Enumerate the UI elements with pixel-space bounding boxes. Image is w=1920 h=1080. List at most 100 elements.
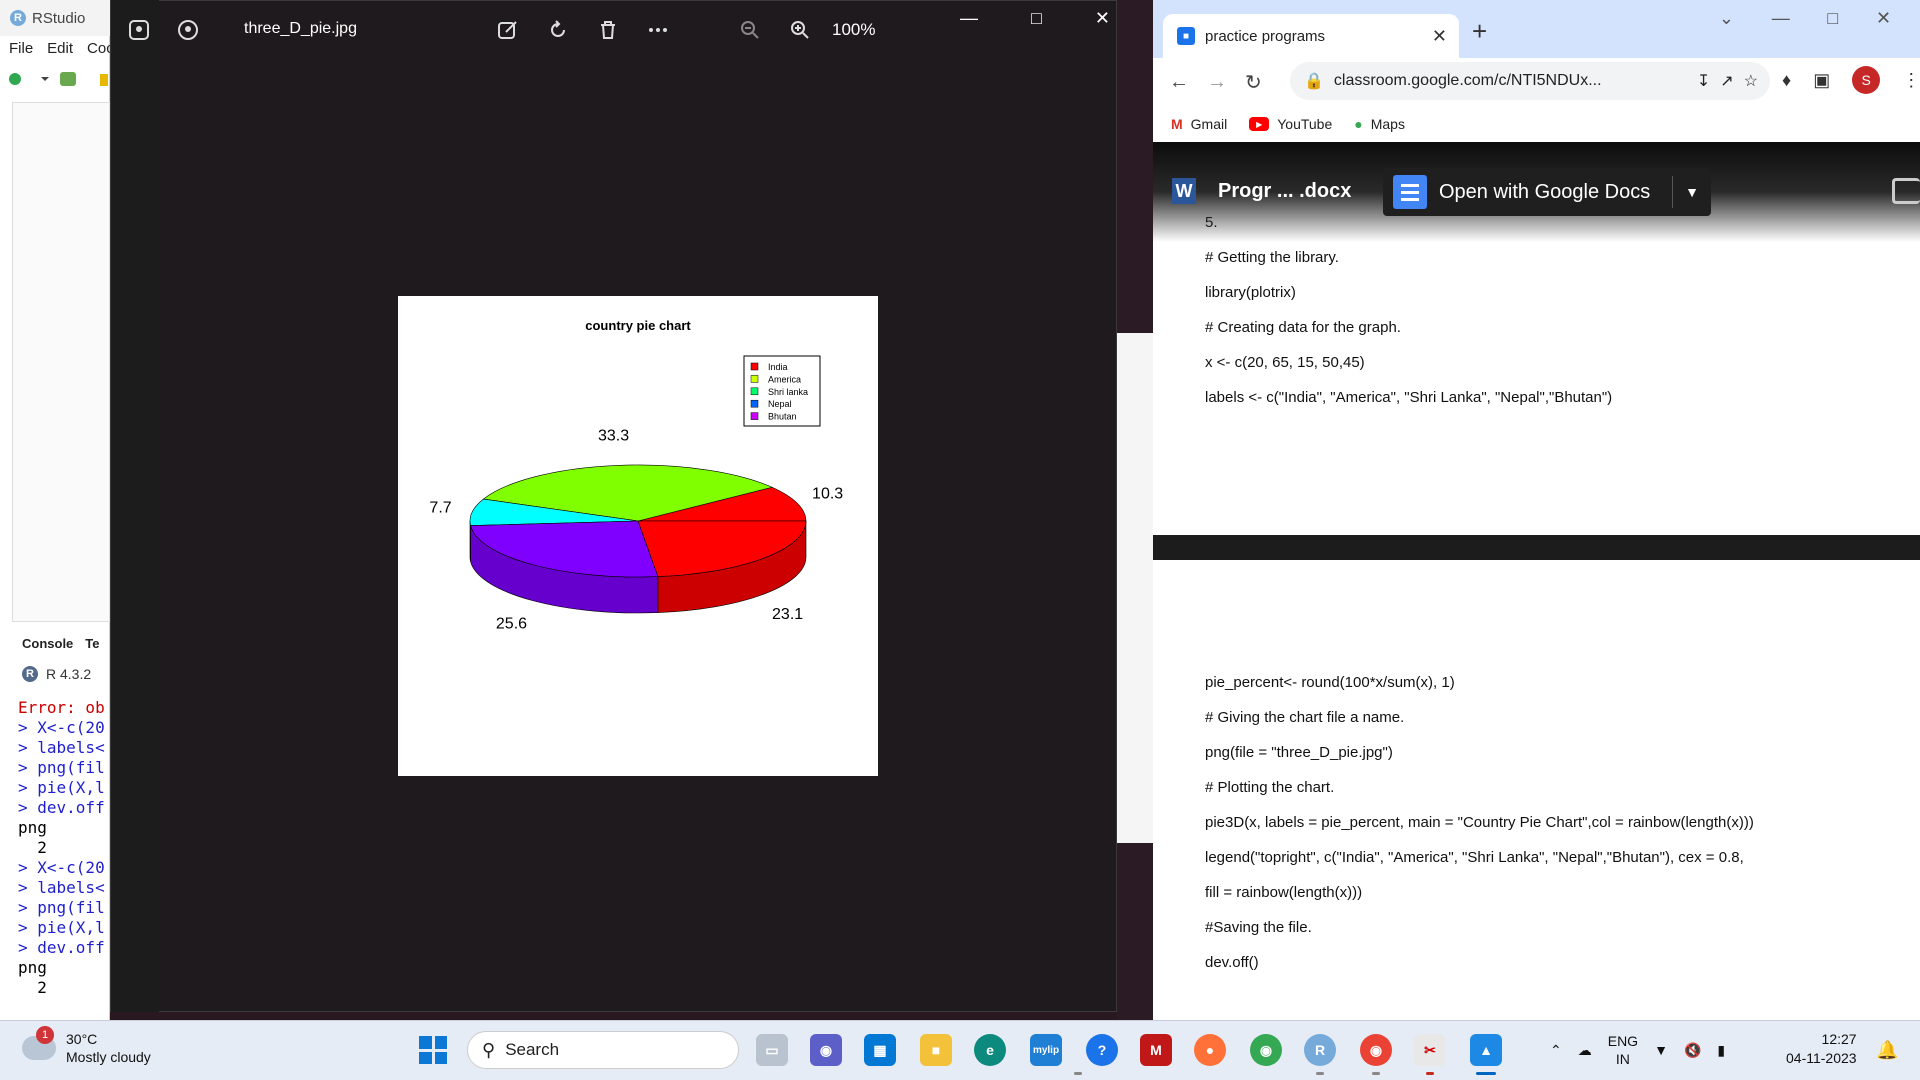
pie-data-label: 33.3 <box>598 428 629 445</box>
gmail-icon: M <box>1171 116 1183 132</box>
bookmark-youtube[interactable]: ▶ YouTube <box>1249 116 1332 132</box>
tab-close-icon[interactable]: ✕ <box>1432 26 1447 47</box>
snipping-tool-icon[interactable]: ✂ <box>1414 1034 1446 1066</box>
url-text: classroom.google.com/c/NTI5NDUx... <box>1333 72 1602 89</box>
minimize-icon[interactable]: — <box>1772 8 1790 38</box>
photos-taskbar-icon[interactable]: ▲ <box>1470 1034 1502 1066</box>
notification-bell-icon[interactable]: 🔔 <box>1876 1040 1898 1061</box>
rstudio-taskbar-icon[interactable]: R <box>1304 1034 1336 1066</box>
chrome-icon[interactable]: ◉ <box>1250 1034 1282 1066</box>
new-tab-icon[interactable]: + <box>1472 16 1487 47</box>
chrome-profile-icon[interactable]: ◉ <box>1360 1034 1392 1066</box>
extensions-icon[interactable]: ♦ <box>1782 70 1791 91</box>
zoom-out-icon[interactable] <box>734 14 766 46</box>
minimize-icon[interactable]: — <box>960 8 978 38</box>
volume-muted-icon[interactable]: 🔇 <box>1684 1042 1701 1059</box>
image-icon[interactable] <box>123 14 155 46</box>
start-icon[interactable] <box>419 1036 447 1064</box>
edit-icon[interactable] <box>492 14 524 46</box>
bookmark-star-icon[interactable]: ☆ <box>1744 71 1758 91</box>
chrome-menu-icon[interactable]: ⋮ <box>1902 70 1920 91</box>
maximize-icon[interactable]: □ <box>1827 8 1838 38</box>
lock-icon[interactable]: 🔒 <box>1304 71 1324 91</box>
legend-swatch <box>750 412 759 420</box>
download-icon[interactable]: ↧ <box>1697 71 1710 91</box>
background-window-pane <box>1117 333 1153 843</box>
side-panel-icon[interactable]: ▣ <box>1813 70 1830 91</box>
zoom-level[interactable]: 100% <box>832 20 875 40</box>
console-line: > pie(X,l <box>18 778 105 797</box>
onedrive-icon[interactable]: ☁ <box>1578 1042 1592 1059</box>
new-file-icon[interactable] <box>9 73 21 85</box>
reload-icon[interactable]: ↻ <box>1245 70 1262 95</box>
bookmark-gmail[interactable]: M Gmail <box>1171 116 1227 132</box>
file-explorer-icon[interactable]: ■ <box>920 1034 952 1066</box>
firefox-icon[interactable]: ● <box>1194 1034 1226 1066</box>
tab-console[interactable]: Console <box>22 636 73 658</box>
document-line: fill = rainbow(length(x))) <box>1205 884 1363 901</box>
teams-icon[interactable]: ◉ <box>810 1034 842 1066</box>
console-line: png <box>18 958 47 977</box>
battery-icon[interactable]: ▮ <box>1717 1042 1725 1059</box>
photo-file-name: three_D_pie.jpg <box>244 20 357 37</box>
console-line: > labels< <box>18 878 105 897</box>
menu-file[interactable]: File <box>9 40 33 62</box>
console-output[interactable]: Error: ob > X<-c(20 > labels< > png(fil > pi… <box>18 698 110 998</box>
google-docs-icon <box>1393 175 1427 209</box>
maximize-icon[interactable]: □ <box>1031 8 1042 38</box>
taskbar-search[interactable]: ⚲ Search <box>467 1031 739 1069</box>
task-view-icon[interactable]: ▭ <box>756 1034 788 1066</box>
legend-label: Nepal <box>768 399 792 409</box>
console-line: > png(fil <box>18 758 105 777</box>
clock[interactable]: 12:27 04-11-2023 <box>1786 1030 1857 1068</box>
console-line: > labels< <box>18 738 105 757</box>
image-alt-icon[interactable] <box>172 14 204 46</box>
youtube-icon: ▶ <box>1249 117 1270 131</box>
chevron-down-icon[interactable]: ▼ <box>1673 184 1711 200</box>
search-icon: ⚲ <box>482 1039 496 1060</box>
weather-widget[interactable]: 1 30°C Mostly cloudy <box>22 1026 151 1066</box>
close-icon[interactable]: ✕ <box>1095 8 1110 38</box>
back-icon[interactable]: ← <box>1169 71 1189 94</box>
delete-icon[interactable] <box>592 14 624 46</box>
chrome-window-controls: ⌄ — □ ✕ <box>1700 8 1910 38</box>
bookmarks-bar: M Gmail ▶ YouTube ● Maps <box>1153 108 1920 140</box>
chevron-up-icon[interactable]: ⌃ <box>1550 1042 1562 1059</box>
photos-window-controls: — □ ✕ <box>960 8 1110 38</box>
legend-label: Bhutan <box>768 412 797 422</box>
profile-avatar[interactable]: S <box>1852 66 1881 94</box>
running-indicator <box>1426 1072 1434 1075</box>
open-file-icon[interactable] <box>100 74 108 86</box>
more-icon[interactable] <box>642 14 674 46</box>
dropdown-icon[interactable] <box>41 77 49 81</box>
cloud-icon: 1 <box>22 1026 56 1060</box>
legend-label: India <box>768 362 788 372</box>
edge-icon[interactable]: e <box>974 1034 1006 1066</box>
tab-practice-programs[interactable]: ■ practice programs ✕ <box>1163 14 1459 58</box>
zoom-in-icon[interactable] <box>784 14 816 46</box>
r-logo-icon: R <box>22 666 38 682</box>
document-line: legend("topright", c("India", "America",… <box>1205 849 1744 866</box>
store-icon[interactable]: ▦ <box>864 1034 896 1066</box>
language-indicator[interactable]: ENG IN <box>1608 1032 1638 1068</box>
help-icon[interactable]: ? <box>1086 1034 1118 1066</box>
share-icon[interactable]: ↗ <box>1720 71 1733 91</box>
forward-icon[interactable]: → <box>1207 71 1227 94</box>
open-with-google-docs-button[interactable]: Open with Google Docs ▼ <box>1383 168 1711 216</box>
mylip-icon[interactable]: mylip <box>1030 1034 1062 1066</box>
menu-edit[interactable]: Edit <box>47 40 73 62</box>
close-icon[interactable]: ✕ <box>1876 8 1891 38</box>
address-bar[interactable]: 🔒 classroom.google.com/c/NTI5NDUx... ↧ ↗… <box>1290 62 1770 100</box>
chart-title: country pie chart <box>585 318 691 333</box>
bookmark-maps[interactable]: ● Maps <box>1354 116 1405 132</box>
wifi-icon[interactable]: ▼ <box>1654 1042 1668 1058</box>
console-line: > pie(X,l <box>18 918 105 937</box>
mcafee-icon[interactable]: M <box>1140 1034 1172 1066</box>
console-line: png <box>18 818 47 837</box>
tab-terminal[interactable]: Te <box>85 636 99 658</box>
tab-search-icon[interactable]: ⌄ <box>1719 8 1734 38</box>
print-icon[interactable] <box>1892 178 1920 204</box>
running-indicator <box>1074 1072 1082 1075</box>
new-project-icon[interactable] <box>60 72 76 86</box>
rotate-icon[interactable] <box>542 14 574 46</box>
